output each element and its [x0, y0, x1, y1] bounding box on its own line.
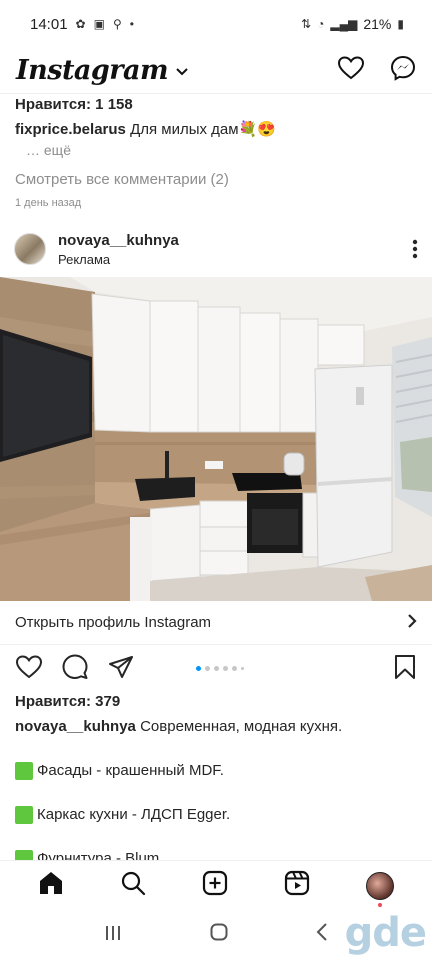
search-icon[interactable]	[120, 870, 146, 901]
share-icon[interactable]	[108, 655, 134, 684]
caption-text: Современная, модная кухня.	[140, 718, 343, 735]
messenger-icon[interactable]	[390, 55, 416, 86]
caption-line: Каркас кухни - ЛДСП Egger.	[15, 805, 417, 824]
likes-count[interactable]: Нравится: 1 158	[15, 96, 417, 113]
more-options-icon[interactable]	[412, 239, 418, 259]
heart-icon[interactable]	[337, 56, 365, 85]
battery-icon: ▮	[397, 17, 404, 31]
carousel-dot	[223, 666, 228, 671]
notification-icon: ✿	[75, 17, 86, 31]
dot-icon: •	[129, 17, 134, 31]
profile-avatar[interactable]	[366, 871, 394, 907]
like-icon[interactable]	[15, 654, 43, 684]
caption-username[interactable]: fixprice.belarus	[15, 121, 126, 138]
caption-line: Фасады - крашенный MDF.	[15, 761, 417, 780]
notification-dot	[378, 902, 382, 907]
signal-icon: ▂▄▆	[330, 17, 358, 31]
likes-count[interactable]: Нравится: 379	[15, 692, 417, 711]
battery-percent: 21%	[363, 16, 392, 32]
post-caption: novaya__kuhnya Современная, модная кухня…	[15, 717, 417, 736]
caption-line-text: Каркас кухни - ЛДСП Egger.	[37, 806, 231, 823]
new-post-icon[interactable]	[202, 870, 228, 901]
home-button-icon[interactable]	[210, 923, 228, 947]
instagram-logo[interactable]: Instagram	[16, 55, 169, 86]
gallery-icon: ▣	[93, 17, 105, 31]
vibrate-icon: ⇅	[301, 17, 312, 31]
more-link[interactable]: … ещё	[15, 142, 417, 158]
carousel-dot	[196, 666, 201, 671]
caption-username[interactable]: novaya__kuhnya	[15, 718, 136, 735]
avatar[interactable]	[14, 233, 46, 265]
watermark-logo: gde	[344, 910, 427, 956]
cta-label: Открыть профиль Instagram	[15, 614, 212, 631]
search-status-icon: ⚲	[112, 17, 122, 31]
green-square-icon	[15, 761, 33, 780]
post-image[interactable]	[0, 277, 432, 601]
post-body: Нравится: 379 novaya__kuhnya Современная…	[0, 690, 432, 868]
open-profile-cta[interactable]: Открыть профиль Instagram	[0, 601, 432, 645]
chevron-right-icon	[407, 612, 417, 633]
caption-text: Для милых дам💐😍	[130, 121, 276, 138]
comment-icon[interactable]	[62, 654, 88, 685]
app-header: Instagram	[0, 48, 432, 94]
post-timestamp: 1 день назад	[15, 197, 82, 209]
save-icon[interactable]	[394, 654, 416, 684]
home-icon[interactable]	[38, 870, 64, 901]
carousel-dot	[241, 667, 244, 670]
post-username[interactable]: novaya__kuhnya	[58, 232, 179, 249]
caption-line-text: Фасады - крашенный MDF.	[37, 762, 224, 779]
green-square-icon	[15, 805, 33, 824]
recent-apps-icon[interactable]	[104, 924, 122, 947]
carousel-dot	[205, 666, 210, 671]
reels-icon[interactable]	[284, 870, 310, 901]
back-icon[interactable]	[316, 923, 328, 947]
carousel-dot	[232, 666, 237, 671]
status-bar: 14:01 ✿ ▣ ⚲ • ⇅ ◔ ▂▄▆ 21% ▮	[0, 0, 432, 48]
carousel-dot	[214, 666, 219, 671]
sponsored-label: Реклама	[58, 251, 111, 267]
post-caption: fixprice.belarus Для милых дам💐😍	[15, 120, 417, 139]
post-actions	[0, 650, 432, 688]
chevron-down-icon[interactable]	[176, 63, 188, 79]
wifi-icon: ◔	[317, 17, 325, 31]
carousel-indicator	[196, 666, 244, 671]
previous-post-footer: Нравится: 1 158 fixprice.belarus Для мил…	[0, 96, 432, 209]
post-header: novaya__kuhnya Реклама	[0, 226, 432, 272]
bottom-navigation	[0, 860, 432, 910]
status-time: 14:01	[30, 15, 68, 33]
view-comments-link[interactable]: Смотреть все комментарии (2)	[15, 171, 417, 188]
